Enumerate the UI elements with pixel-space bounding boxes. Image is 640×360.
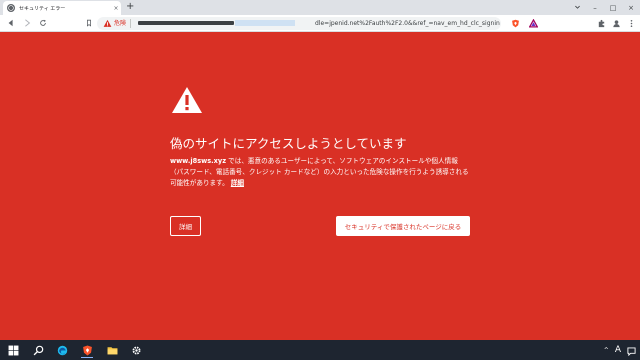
omnibox-divider	[130, 19, 131, 28]
address-bar[interactable]: 危険 dle=jpenid.net%2Fauth%2F2.0&&ref_=nav…	[97, 17, 501, 30]
forward-icon[interactable]	[22, 18, 32, 28]
back-icon[interactable]	[6, 18, 16, 28]
phishing-warning-page: 偽のサイトにアクセスしようとしています www.j8sws.xyz では、悪意の…	[0, 33, 640, 340]
window-controls: – □ ×	[568, 0, 640, 15]
warning-description: www.j8sws.xyz では、悪意のあるユーザーによって、ソフトウェアのイン…	[170, 156, 470, 189]
windows-start-icon[interactable]	[5, 342, 21, 358]
windows-taskbar: ^ A	[0, 340, 640, 360]
brave-icon[interactable]	[79, 342, 95, 358]
redacted-url-highlight	[235, 20, 295, 26]
bookmark-icon[interactable]	[84, 18, 94, 28]
back-to-safety-button[interactable]: セキュリティで保護されたページに戻る	[336, 216, 470, 236]
settings-icon[interactable]	[128, 342, 144, 358]
brave-rewards-icon[interactable]	[528, 18, 538, 28]
redacted-url-segment	[138, 21, 234, 25]
file-explorer-icon[interactable]	[104, 342, 120, 358]
tray-chevron-icon[interactable]: ^	[604, 347, 609, 354]
url-text[interactable]: dle=jpenid.net%2Fauth%2F2.0&&ref_=nav_em…	[315, 19, 500, 28]
notification-icon[interactable]	[627, 341, 636, 360]
tab-security-error[interactable]: セキュリティ エラー ×	[3, 1, 121, 15]
brave-shield-icon[interactable]	[510, 18, 520, 28]
window-dropdown-icon[interactable]	[568, 0, 586, 15]
tab-strip: セキュリティ エラー × + – □ ×	[0, 0, 640, 15]
tab-title: セキュリティ エラー	[19, 5, 66, 12]
edge-icon[interactable]	[54, 342, 70, 358]
active-app-indicator	[81, 357, 93, 358]
site-domain: www.j8sws.xyz	[170, 157, 227, 165]
warning-icon	[172, 87, 202, 113]
details-button[interactable]: 詳細	[170, 216, 201, 236]
close-window-button[interactable]: ×	[622, 0, 640, 15]
new-tab-button[interactable]: +	[126, 1, 134, 13]
warning-icon[interactable]	[103, 19, 112, 28]
search-icon[interactable]	[30, 342, 46, 358]
minimize-button[interactable]: –	[586, 0, 604, 15]
system-tray: ^ A	[604, 343, 636, 357]
security-danger-label[interactable]: 危険	[114, 19, 126, 28]
globe-icon	[7, 4, 15, 12]
tab-close-icon[interactable]: ×	[111, 5, 121, 12]
profile-icon[interactable]	[611, 18, 621, 28]
details-link[interactable]: 詳細	[231, 179, 244, 187]
page-title: 偽のサイトにアクセスしようとしています	[170, 136, 407, 151]
ime-indicator[interactable]: A	[615, 345, 621, 355]
extensions-icon[interactable]	[596, 18, 606, 28]
maximize-button[interactable]: □	[604, 0, 622, 15]
browser-toolbar: 危険 dle=jpenid.net%2Fauth%2F2.0&&ref_=nav…	[0, 15, 640, 32]
reload-icon[interactable]	[38, 18, 48, 28]
menu-icon[interactable]	[626, 18, 636, 28]
